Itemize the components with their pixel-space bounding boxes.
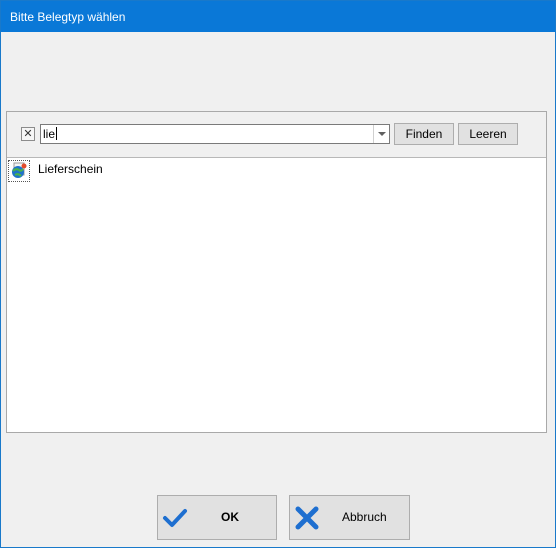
filter-bar: ✕ lie Finden Leeren — [7, 112, 546, 158]
cross-icon — [294, 505, 320, 531]
search-input[interactable]: lie — [43, 127, 58, 141]
globe-document-icon — [8, 160, 30, 182]
ok-button[interactable]: OK — [157, 495, 277, 540]
list-item-label: Lieferschein — [38, 162, 103, 176]
find-button[interactable]: Finden — [394, 123, 454, 145]
clear-filter-icon[interactable]: ✕ — [21, 127, 35, 141]
ok-button-label: OK — [221, 510, 239, 524]
belegtyp-panel: ✕ lie Finden Leeren Lieferschein — [6, 111, 547, 433]
window-title: Bitte Belegtyp wählen — [10, 10, 126, 24]
dialog-window: Bitte Belegtyp wählen ✕ lie Finden Leere… — [0, 0, 556, 548]
search-combobox[interactable]: lie — [40, 124, 390, 144]
cancel-button-label: Abbruch — [342, 510, 387, 524]
title-bar[interactable]: Bitte Belegtyp wählen — [1, 1, 555, 32]
chevron-down-icon[interactable] — [373, 125, 389, 143]
text-caret — [56, 127, 58, 140]
search-input-text: lie — [43, 127, 56, 141]
checkmark-icon — [162, 505, 188, 531]
clear-button[interactable]: Leeren — [458, 123, 518, 145]
list-item[interactable]: Lieferschein — [7, 159, 207, 182]
cancel-button[interactable]: Abbruch — [289, 495, 410, 540]
